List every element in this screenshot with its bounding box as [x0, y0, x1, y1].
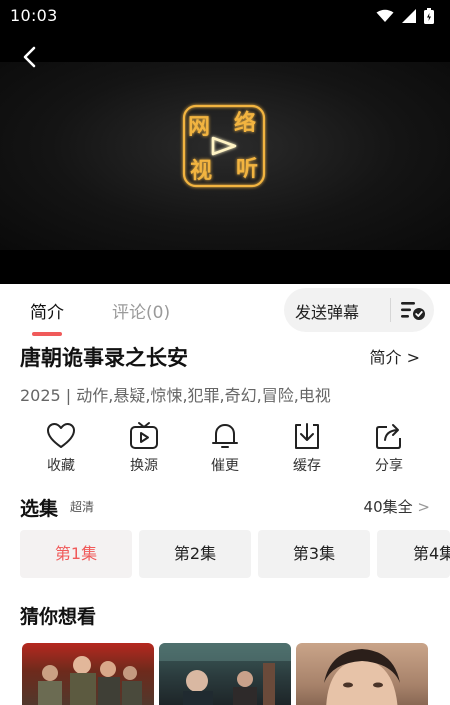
tab-active-indicator	[32, 332, 62, 336]
recommend-poster-3[interactable]	[296, 643, 428, 705]
share-label: 分享	[375, 458, 403, 474]
show-title: 唐朝诡事录之长安	[20, 346, 188, 370]
svg-text:络: 络	[234, 110, 256, 136]
switch-source-label: 换源	[130, 458, 158, 474]
episode-count-link[interactable]: 40集全 >	[364, 496, 430, 517]
svg-text:听: 听	[236, 156, 258, 182]
heart-icon	[47, 423, 75, 448]
danmu-bar: 发送弹幕	[284, 288, 434, 332]
recommend-poster-2[interactable]	[159, 643, 291, 705]
episode-item-3[interactable]: 第3集	[258, 530, 370, 578]
chevron-right-icon: >	[417, 498, 430, 516]
switch-source-button[interactable]: 换源	[109, 420, 179, 475]
show-meta: 2025 | 动作,悬疑,惊悚,犯罪,奇幻,冒险,电视	[20, 386, 331, 405]
tab-intro[interactable]: 简介	[30, 298, 64, 336]
tab-comments-label: 评论(0)	[112, 303, 171, 323]
status-icons	[376, 8, 434, 24]
favorite-button[interactable]: 收藏	[26, 420, 96, 475]
download-button[interactable]: 缓存	[272, 420, 342, 475]
status-time: 10:03	[10, 6, 58, 25]
tv-play-icon	[130, 422, 158, 449]
signal-icon	[402, 9, 416, 23]
urge-update-button[interactable]: 催更	[190, 420, 260, 475]
status-bar: 10:03	[0, 0, 450, 32]
network-av-logo: 网 络 视 听	[178, 100, 270, 192]
action-bar: 收藏 换源 催更 缓存 分享	[0, 420, 450, 480]
battery-icon	[424, 8, 434, 24]
poster-image	[38, 656, 142, 705]
wifi-icon	[376, 9, 394, 22]
detail-tabs: 简介 评论(0) 发送弹幕	[0, 284, 450, 336]
send-danmu-button[interactable]: 发送弹幕	[295, 299, 359, 323]
urge-update-label: 催更	[211, 458, 239, 474]
episode-item-2[interactable]: 第2集	[139, 530, 251, 578]
recommend-poster-1[interactable]	[22, 643, 154, 705]
poster-image	[159, 643, 291, 705]
episode-item-1[interactable]: 第1集	[20, 530, 132, 578]
danmu-divider	[390, 298, 391, 322]
recommend-list	[0, 643, 450, 705]
share-icon	[376, 424, 401, 449]
back-arrow-icon[interactable]	[18, 44, 44, 70]
episodes-title: 选集	[20, 498, 59, 520]
episode-count: 40集全	[363, 498, 413, 516]
svg-text:网: 网	[188, 114, 210, 140]
danmu-settings-icon[interactable]	[400, 299, 426, 321]
share-button[interactable]: 分享	[354, 420, 424, 475]
tab-comments[interactable]: 评论(0)	[112, 298, 170, 323]
quality-badge: 超清	[70, 500, 95, 514]
recommend-title: 猜你想看	[20, 606, 97, 628]
bell-icon	[212, 424, 238, 448]
episode-item-4[interactable]: 第4集	[377, 530, 450, 578]
video-player[interactable]: 网 络 视 听	[0, 32, 450, 284]
tab-intro-label: 简介	[30, 303, 64, 323]
intro-link[interactable]: 简介 >	[370, 344, 421, 368]
poster-image	[324, 649, 400, 705]
favorite-label: 收藏	[47, 458, 75, 474]
svg-text:视: 视	[190, 158, 212, 184]
download-label: 缓存	[293, 458, 321, 474]
download-icon	[295, 423, 319, 449]
